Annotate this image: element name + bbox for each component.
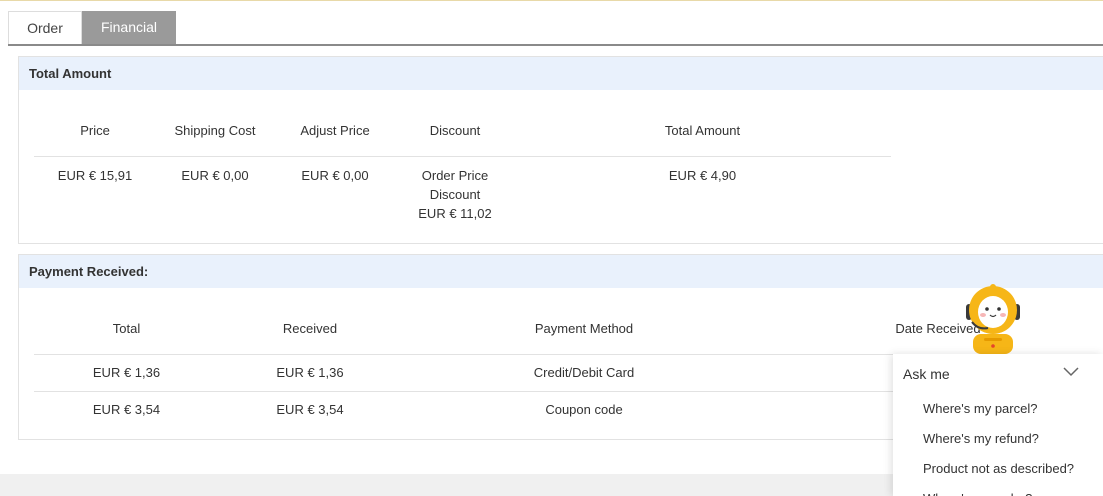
payment-method: Credit/Debit Card — [401, 354, 767, 392]
tab-financial[interactable]: Financial — [82, 11, 176, 45]
chat-question-refund[interactable]: Where's my refund? — [893, 424, 1103, 454]
discount-line-order-price: Order Price — [421, 167, 489, 183]
total-amount-title: Total Amount — [19, 57, 1103, 90]
adjust-price-value: EUR € 0,00 — [301, 167, 369, 183]
table-header-row: Total Received Payment Method Date Recei… — [34, 288, 1103, 355]
header-total-amount: Total Amount — [514, 90, 891, 157]
header-price: Price — [34, 90, 156, 157]
discount-line-discount: Discount — [429, 186, 481, 202]
total-amount-table: Price Shipping Cost Adjust Price Discoun… — [34, 90, 891, 223]
total-amount-value: EUR € 4,90 — [668, 167, 737, 183]
top-divider — [0, 0, 1103, 1]
discount-cell: Order Price Discount EUR € 11,02 — [396, 156, 514, 223]
chat-title: Ask me — [903, 366, 950, 382]
table-row: EUR € 15,91 EUR € 0,00 EUR € 0,00 Order … — [34, 156, 891, 223]
tab-order[interactable]: Order — [8, 11, 82, 45]
payment-method: Coupon code — [545, 401, 623, 417]
chat-question-not-as-described[interactable]: Product not as described? — [893, 454, 1103, 484]
payment-total: EUR € 1,36 — [34, 354, 219, 392]
table-header-row: Price Shipping Cost Adjust Price Discoun… — [34, 90, 891, 157]
header-shipping-cost: Shipping Cost — [156, 90, 274, 157]
payment-total: EUR € 3,54 — [92, 401, 161, 417]
chat-question-parcel[interactable]: Where's my parcel? — [893, 394, 1103, 424]
price-value: EUR € 15,91 — [57, 167, 133, 183]
header-total: Total — [34, 288, 219, 355]
assistant-mascot-icon[interactable] — [960, 282, 1026, 354]
chat-question-order[interactable]: Where's my order? — [893, 484, 1103, 496]
discount-line-amount: EUR € 11,02 — [418, 205, 492, 221]
tab-bar: Order Financial — [8, 11, 176, 45]
header-adjust-price: Adjust Price — [274, 90, 396, 157]
header-date-received: Date Received — [767, 288, 1103, 355]
header-discount: Discount — [396, 90, 514, 157]
tab-underline — [8, 44, 1103, 46]
payment-received: EUR € 3,54 — [276, 401, 344, 417]
header-payment-method: Payment Method — [401, 288, 767, 355]
header-received: Received — [219, 288, 401, 355]
chat-widget: Ask me Where's my parcel? Where's my ref… — [893, 354, 1103, 496]
total-amount-panel: Total Amount Price Shipping Cost Adjust … — [18, 56, 1103, 244]
payment-received: EUR € 1,36 — [219, 354, 401, 392]
shipping-cost-value: EUR € 0,00 — [181, 167, 249, 183]
chevron-down-icon[interactable] — [1063, 367, 1079, 377]
payment-received-title: Payment Received: — [19, 255, 1103, 288]
chat-header[interactable]: Ask me — [893, 354, 1103, 394]
